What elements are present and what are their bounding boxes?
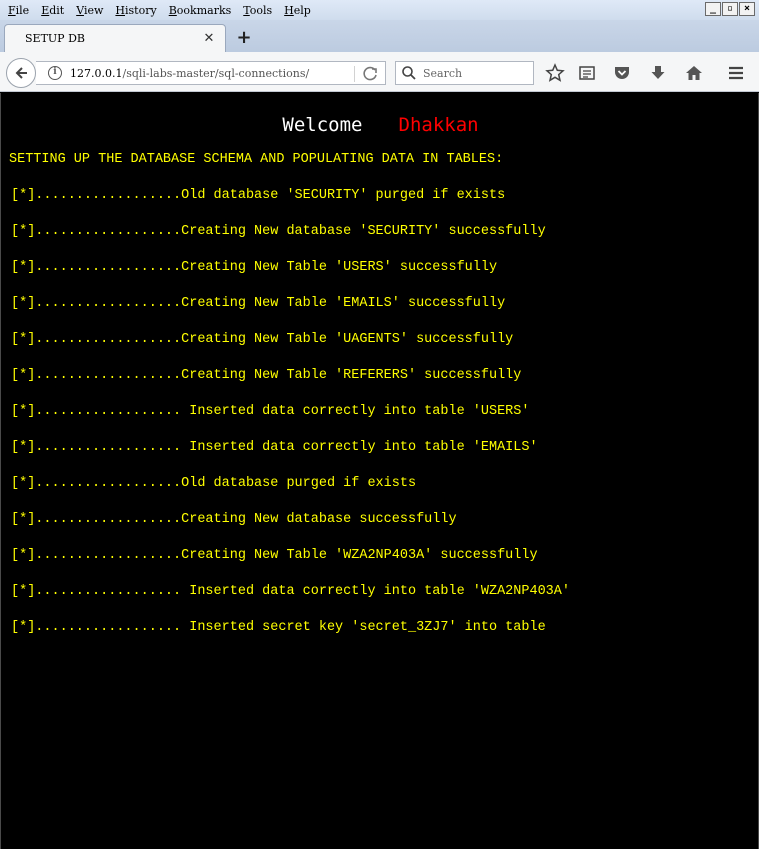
search-bar[interactable]: Search bbox=[395, 61, 534, 85]
log-line: [*]..................Creating New Table … bbox=[11, 368, 522, 383]
welcome-name: Dhakkan bbox=[398, 114, 479, 136]
menu-view[interactable]: View bbox=[76, 4, 103, 17]
reading-list-icon[interactable] bbox=[577, 63, 597, 83]
menu-file[interactable]: File bbox=[8, 4, 29, 17]
log-line: [*]..................Old database 'SECUR… bbox=[11, 188, 506, 203]
hamburger-menu-icon[interactable] bbox=[726, 63, 746, 83]
search-input[interactable]: Search bbox=[423, 67, 462, 80]
menu-bookmarks[interactable]: Bookmarks bbox=[169, 4, 232, 17]
menu-bar: File Edit View History Bookmarks Tools H… bbox=[0, 0, 759, 20]
log-line: [*]..................Creating New Table … bbox=[11, 296, 506, 311]
reload-icon[interactable] bbox=[362, 65, 380, 83]
url-separator bbox=[354, 66, 355, 82]
menu-help[interactable]: Help bbox=[284, 4, 311, 17]
new-tab-button[interactable]: + bbox=[234, 28, 254, 48]
url-host: 127.0.0.1 bbox=[70, 66, 123, 80]
search-icon bbox=[402, 66, 416, 80]
url-bar[interactable]: i 127.0.0.1/sqli-labs-master/sql-connect… bbox=[36, 61, 386, 85]
close-window-button[interactable]: × bbox=[739, 2, 755, 16]
tab-strip: SETUP DB ✕ + bbox=[0, 20, 759, 52]
home-icon[interactable] bbox=[684, 63, 704, 83]
bookmark-star-icon[interactable] bbox=[545, 63, 565, 83]
log-line: [*]..................Creating New databa… bbox=[11, 512, 457, 527]
welcome-banner: Welcome Dhakkan bbox=[1, 114, 759, 136]
log-line: [*].................. Inserted data corr… bbox=[11, 440, 538, 455]
back-arrow-icon bbox=[15, 67, 27, 79]
url-text[interactable]: 127.0.0.1/sqli-labs-master/sql-connectio… bbox=[70, 67, 309, 80]
log-line: [*].................. Inserted data corr… bbox=[11, 404, 530, 419]
minimize-button[interactable]: _ bbox=[705, 2, 721, 16]
maximize-button[interactable]: ▫ bbox=[722, 2, 738, 16]
log-line: [*]..................Creating New Table … bbox=[11, 260, 498, 275]
tab-close-icon[interactable]: ✕ bbox=[201, 31, 217, 46]
log-line: [*].................. Inserted data corr… bbox=[11, 584, 570, 599]
page-content: Welcome Dhakkan SETTING UP THE DATABASE S… bbox=[0, 93, 759, 849]
log-line: [*].................. Inserted secret ke… bbox=[11, 620, 546, 635]
setup-heading: SETTING UP THE DATABASE SCHEMA AND POPUL… bbox=[9, 152, 504, 167]
log-line: [*]..................Old database purged… bbox=[11, 476, 417, 491]
welcome-word: Welcome bbox=[282, 114, 363, 136]
nav-bar: i 127.0.0.1/sqli-labs-master/sql-connect… bbox=[0, 52, 759, 92]
url-path: /sqli-labs-master/sql-connections/ bbox=[122, 66, 310, 80]
tab-setup-db[interactable]: SETUP DB ✕ bbox=[4, 24, 226, 52]
site-info-icon[interactable]: i bbox=[48, 66, 62, 80]
pocket-icon[interactable] bbox=[612, 63, 632, 83]
menu-edit[interactable]: Edit bbox=[41, 4, 64, 17]
back-button[interactable] bbox=[6, 58, 36, 88]
menu-tools[interactable]: Tools bbox=[243, 4, 272, 17]
tab-title: SETUP DB bbox=[25, 32, 85, 45]
menu-history[interactable]: History bbox=[115, 4, 156, 17]
downloads-icon[interactable] bbox=[648, 63, 668, 83]
log-line: [*]..................Creating New Table … bbox=[11, 332, 514, 347]
log-line: [*]..................Creating New databa… bbox=[11, 224, 546, 239]
window-controls: _ ▫ × bbox=[705, 2, 755, 16]
log-line: [*]..................Creating New Table … bbox=[11, 548, 538, 563]
